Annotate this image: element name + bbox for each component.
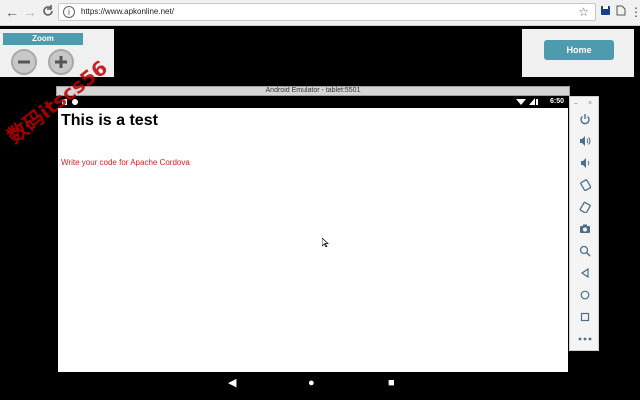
android-nav-bar: ◀ ● ■ (58, 372, 568, 394)
extension-page-icon[interactable] (616, 5, 626, 19)
bottom-strip (0, 396, 640, 400)
menu-icon[interactable]: ⋮ (630, 5, 640, 19)
home-icon[interactable] (577, 289, 593, 303)
extension-save-icon[interactable] (600, 5, 611, 19)
more-icon[interactable] (577, 333, 593, 347)
browser-toolbar: ← → i https://www.apkonline.net/ ☆ ⋮ (0, 0, 640, 26)
signal-icons (516, 97, 538, 108)
nav-recent-button[interactable]: ■ (388, 376, 395, 390)
address-bar[interactable]: i https://www.apkonline.net/ ☆ (58, 3, 596, 21)
rotate-right-icon[interactable] (577, 201, 593, 215)
emulator-sidebar: – × (569, 96, 599, 351)
emulator-title: Android Emulator - tablet:5501 (56, 86, 570, 96)
emulator-window: Android Emulator - tablet:5501 6:50 This… (56, 86, 570, 396)
overview-icon[interactable] (577, 311, 593, 325)
back-icon[interactable]: ← (4, 4, 20, 20)
android-status-bar: 6:50 (58, 96, 568, 108)
rotate-left-icon[interactable] (577, 179, 593, 193)
volume-down-icon[interactable] (577, 157, 593, 171)
bookmark-star-icon[interactable]: ☆ (578, 5, 589, 19)
url-text[interactable]: https://www.apkonline.net/ (81, 7, 174, 16)
nav-home-button[interactable]: ● (308, 376, 315, 390)
app-message: Write your code for Apache Cordova (61, 158, 190, 167)
home-button[interactable]: Home (544, 40, 614, 60)
mouse-cursor-icon (321, 237, 329, 249)
zoom-icon[interactable] (577, 245, 593, 259)
minimize-button[interactable]: – (574, 100, 578, 107)
reload-icon[interactable] (40, 4, 56, 20)
forward-icon[interactable]: → (22, 4, 38, 20)
camera-icon[interactable] (577, 223, 593, 237)
close-button[interactable]: × (588, 100, 592, 107)
zoom-out-button[interactable] (11, 49, 37, 75)
site-info-icon[interactable]: i (63, 6, 75, 18)
power-icon[interactable] (577, 113, 593, 127)
minus-icon (18, 60, 30, 64)
status-clock: 6:50 (549, 98, 564, 105)
plus-icon (55, 56, 67, 68)
nav-back-button[interactable]: ◀ (228, 376, 236, 390)
back-icon[interactable] (577, 267, 593, 281)
volume-up-icon[interactable] (577, 135, 593, 149)
home-panel: Home (522, 29, 634, 77)
app-screen[interactable]: This is a test Write your code for Apach… (58, 108, 568, 372)
app-heading: This is a test (61, 112, 158, 129)
zoom-label: Zoom (3, 33, 83, 45)
